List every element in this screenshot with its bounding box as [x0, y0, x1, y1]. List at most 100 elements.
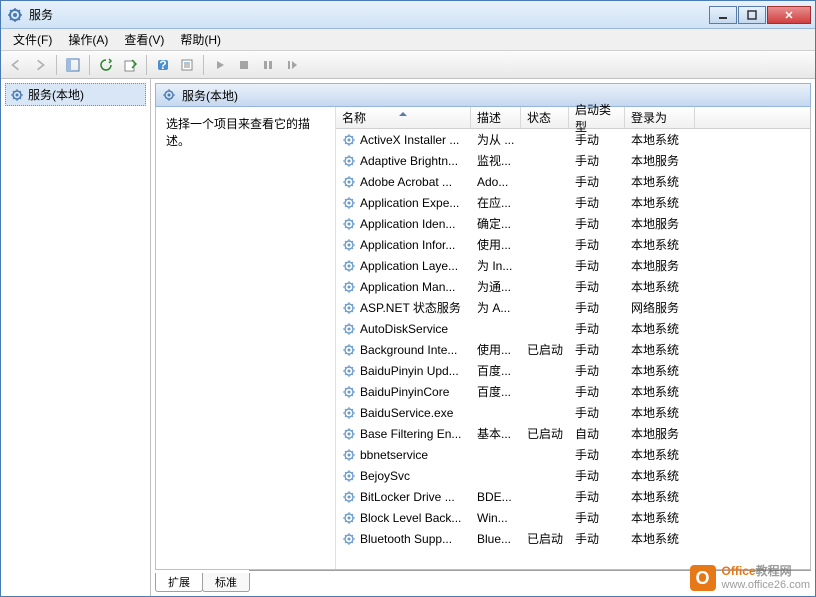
cell-start: 自动: [569, 425, 625, 442]
gear-icon: [162, 88, 176, 102]
forward-button[interactable]: [29, 54, 51, 76]
restart-service-button[interactable]: [281, 54, 303, 76]
help-button[interactable]: ?: [152, 54, 174, 76]
menu-action[interactable]: 操作(A): [60, 29, 116, 50]
gear-icon: [342, 196, 356, 210]
cell-name: bbnetservice: [336, 448, 471, 462]
cell-logon: 本地系统: [625, 467, 695, 484]
service-row[interactable]: AutoDiskService手动本地系统: [336, 318, 810, 339]
service-row[interactable]: ASP.NET 状态服务为 A...手动网络服务: [336, 297, 810, 318]
gear-icon: [342, 385, 356, 399]
menu-view[interactable]: 查看(V): [116, 29, 172, 50]
column-header-logon[interactable]: 登录为: [625, 107, 695, 128]
body: 服务(本地) 服务(本地) 选择一个项目来查看它的描述。 名称 描述 状态 启动…: [1, 79, 815, 596]
cell-start: 手动: [569, 530, 625, 547]
cell-logon: 网络服务: [625, 299, 695, 316]
service-row[interactable]: Adobe Acrobat ...Ado...手动本地系统: [336, 171, 810, 192]
watermark-site: www.office26.com: [722, 579, 810, 591]
start-service-button[interactable]: [209, 54, 231, 76]
cell-start: 手动: [569, 215, 625, 232]
cell-desc: 使用...: [471, 236, 521, 253]
service-row[interactable]: BaiduPinyinCore百度...手动本地系统: [336, 381, 810, 402]
gear-icon: [342, 406, 356, 420]
export-button[interactable]: [119, 54, 141, 76]
refresh-button[interactable]: [95, 54, 117, 76]
gear-icon: [342, 448, 356, 462]
service-row[interactable]: BitLocker Drive ...BDE...手动本地系统: [336, 486, 810, 507]
service-row[interactable]: BaiduPinyin Upd...百度...手动本地系统: [336, 360, 810, 381]
column-header-name[interactable]: 名称: [336, 107, 471, 128]
gear-icon: [342, 322, 356, 336]
service-row[interactable]: BejoySvc手动本地系统: [336, 465, 810, 486]
show-hide-tree-button[interactable]: [62, 54, 84, 76]
main-pane: 服务(本地) 选择一个项目来查看它的描述。 名称 描述 状态 启动类型 登录为 …: [151, 79, 815, 596]
cell-name: Application Laye...: [336, 259, 471, 273]
cell-desc: 百度...: [471, 362, 521, 379]
cell-logon: 本地系统: [625, 278, 695, 295]
back-button[interactable]: [5, 54, 27, 76]
cell-logon: 本地系统: [625, 509, 695, 526]
column-header-desc[interactable]: 描述: [471, 107, 521, 128]
pane-header-title: 服务(本地): [182, 87, 238, 104]
close-button[interactable]: [767, 6, 811, 24]
service-row[interactable]: bbnetservice手动本地系统: [336, 444, 810, 465]
service-row[interactable]: Application Expe...在应...手动本地系统: [336, 192, 810, 213]
column-header-status[interactable]: 状态: [521, 107, 569, 128]
watermark-suffix: 教程网: [756, 564, 792, 578]
gear-icon: [10, 88, 24, 102]
list-body[interactable]: ActiveX Installer ...为从 ...手动本地系统Adaptiv…: [336, 129, 810, 569]
service-row[interactable]: Bluetooth Supp...Blue...已启动手动本地系统: [336, 528, 810, 549]
cell-name: Application Expe...: [336, 196, 471, 210]
service-row[interactable]: Background Inte...使用...已启动手动本地系统: [336, 339, 810, 360]
cell-desc: 为 In...: [471, 257, 521, 274]
service-row[interactable]: Application Infor...使用...手动本地系统: [336, 234, 810, 255]
cell-start: 手动: [569, 383, 625, 400]
cell-name: Application Iden...: [336, 217, 471, 231]
service-row[interactable]: Application Iden...确定...手动本地服务: [336, 213, 810, 234]
gear-icon: [342, 238, 356, 252]
cell-name: Adaptive Brightn...: [336, 154, 471, 168]
service-row[interactable]: Adaptive Brightn...监视...手动本地服务: [336, 150, 810, 171]
gear-icon: [342, 280, 356, 294]
menu-help[interactable]: 帮助(H): [172, 29, 229, 50]
minimize-button[interactable]: [709, 6, 737, 24]
gear-icon: [342, 490, 356, 504]
gear-icon: [342, 532, 356, 546]
tab-standard[interactable]: 标准: [202, 573, 250, 592]
cell-logon: 本地系统: [625, 236, 695, 253]
cell-start: 手动: [569, 257, 625, 274]
cell-start: 手动: [569, 320, 625, 337]
cell-start: 手动: [569, 467, 625, 484]
service-row[interactable]: Base Filtering En...基本...已启动自动本地服务: [336, 423, 810, 444]
titlebar[interactable]: 服务: [1, 1, 815, 29]
service-row[interactable]: ActiveX Installer ...为从 ...手动本地系统: [336, 129, 810, 150]
tree-root-services-local[interactable]: 服务(本地): [5, 83, 146, 106]
maximize-button[interactable]: [738, 6, 766, 24]
service-row[interactable]: BaiduService.exe手动本地系统: [336, 402, 810, 423]
column-header-start[interactable]: 启动类型: [569, 107, 625, 128]
cell-desc: 为从 ...: [471, 131, 521, 148]
gear-icon: [342, 469, 356, 483]
svg-text:?: ?: [159, 58, 166, 72]
separator: [146, 55, 147, 75]
cell-name: BaiduPinyinCore: [336, 385, 471, 399]
gear-icon: [342, 217, 356, 231]
tab-extended[interactable]: 扩展: [155, 573, 203, 592]
service-row[interactable]: Block Level Back...Win...手动本地系统: [336, 507, 810, 528]
pane-body: 选择一个项目来查看它的描述。 名称 描述 状态 启动类型 登录为 ActiveX…: [155, 107, 811, 570]
cell-logon: 本地系统: [625, 173, 695, 190]
service-row[interactable]: Application Man...为通...手动本地系统: [336, 276, 810, 297]
gear-icon: [342, 133, 356, 147]
cell-start: 手动: [569, 362, 625, 379]
properties-button[interactable]: [176, 54, 198, 76]
cell-name: ASP.NET 状态服务: [336, 299, 471, 316]
pause-service-button[interactable]: [257, 54, 279, 76]
stop-service-button[interactable]: [233, 54, 255, 76]
cell-logon: 本地系统: [625, 383, 695, 400]
cell-desc: 基本...: [471, 425, 521, 442]
cell-status: 已启动: [521, 341, 569, 358]
menu-file[interactable]: 文件(F): [5, 29, 60, 50]
cell-status: 已启动: [521, 530, 569, 547]
cell-status: 已启动: [521, 425, 569, 442]
service-row[interactable]: Application Laye...为 In...手动本地服务: [336, 255, 810, 276]
